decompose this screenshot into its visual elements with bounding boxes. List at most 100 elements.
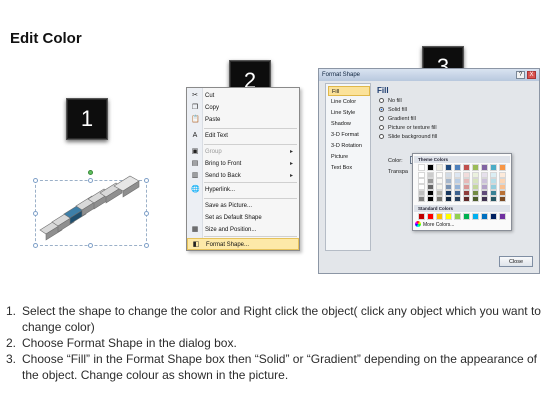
standard-color-swatch[interactable] <box>427 213 434 220</box>
menu-item-label: Send to Back <box>205 173 241 179</box>
nav-item-line-color[interactable]: Line Color <box>328 97 370 107</box>
theme-color-swatch[interactable] <box>472 196 479 202</box>
theme-color-swatch[interactable] <box>436 196 443 202</box>
context-menu: ✂ Cut ❐ Copy 📋 Paste A Edit Text ▣ Group ▸ ▤ Bring t… <box>186 87 300 251</box>
nav-item-shadow[interactable]: Shadow <box>328 119 370 129</box>
menu-item-set-as-default-shape[interactable]: Set as Default Shape <box>187 212 299 224</box>
standard-color-swatch[interactable] <box>472 213 479 220</box>
instruction-step: 1. Select the shape to change the color a… <box>6 303 554 335</box>
menu-item-edit-text[interactable]: A Edit Text <box>187 130 299 142</box>
theme-color-swatch[interactable] <box>454 196 461 202</box>
standard-color-swatch[interactable] <box>499 213 506 220</box>
submenu-arrow-icon: ▸ <box>289 173 293 179</box>
menu-item-label: Bring to Front <box>205 161 242 167</box>
radio-button[interactable] <box>379 107 384 112</box>
fill-option-label: Gradient fill <box>388 116 416 122</box>
dialog-title: Format Shape <box>319 69 539 81</box>
menu-item-hyperlink[interactable]: 🌐 Hyperlink... <box>187 184 299 196</box>
theme-color-swatch[interactable] <box>499 164 506 171</box>
theme-color-swatch[interactable] <box>454 164 461 171</box>
hyperlink-icon: 🌐 <box>191 186 200 193</box>
theme-colors-heading: Theme Colors <box>414 156 510 163</box>
radio-button[interactable] <box>379 125 384 130</box>
menu-item-bring-to-front[interactable]: ▤ Bring to Front ▸ <box>187 158 299 170</box>
standard-color-swatch[interactable] <box>454 213 461 220</box>
standard-color-swatch[interactable] <box>418 213 425 220</box>
theme-color-swatch[interactable] <box>490 164 497 171</box>
nav-item-text-box[interactable]: Text Box <box>328 163 370 173</box>
menu-item-size-and-position[interactable]: ▦ Size and Position... <box>187 224 299 236</box>
theme-color-swatch[interactable] <box>481 196 488 202</box>
menu-separator <box>204 182 297 183</box>
menu-item-label: Cut <box>205 93 215 99</box>
radio-button[interactable] <box>379 116 384 121</box>
submenu-arrow-icon: ▸ <box>289 161 293 167</box>
theme-color-swatch[interactable] <box>418 164 425 171</box>
fill-option-label: Slide background fill <box>388 134 438 140</box>
fill-option-solid-fill[interactable]: Solid fill <box>379 106 407 115</box>
size-position-icon: ▦ <box>191 226 199 233</box>
page-title: Edit Color <box>10 30 82 47</box>
menu-item-copy[interactable]: ❐ Copy <box>187 102 299 114</box>
theme-color-swatch[interactable] <box>481 164 488 171</box>
step-text: Choose “Fill” in the Format Shape box th… <box>22 352 537 382</box>
scissors-icon: ✂ <box>192 92 198 99</box>
standard-color-swatch[interactable] <box>463 213 470 220</box>
theme-color-swatch[interactable] <box>490 196 497 202</box>
standard-color-swatch[interactable] <box>481 213 488 220</box>
dialog-nav: Fill Line Color Line Style Shadow 3-D Format… <box>325 83 371 251</box>
send-to-back-icon: ▥ <box>191 172 199 179</box>
menu-item-label: Group <box>205 149 222 155</box>
color-palette-dropdown: Theme Colors Standard Colors More Colors… <box>412 153 512 231</box>
menu-item-format-shape[interactable]: ◧ Format Shape... <box>187 238 299 250</box>
instruction-step: 3. Choose “Fill” in the Format Shape box … <box>6 351 554 383</box>
menu-separator <box>204 128 297 129</box>
theme-color-swatch[interactable] <box>499 196 506 202</box>
menu-item-label: Copy <box>205 105 220 111</box>
theme-color-swatch[interactable] <box>463 164 470 171</box>
theme-color-swatch[interactable] <box>445 164 452 171</box>
nav-item-3-d-rotation[interactable]: 3-D Rotation <box>328 141 370 151</box>
radio-button[interactable] <box>379 134 384 139</box>
theme-color-swatch[interactable] <box>472 164 479 171</box>
close-button[interactable]: Close <box>499 256 533 267</box>
theme-color-swatch[interactable] <box>418 196 425 202</box>
fill-option-picture-or-texture-fill[interactable]: Picture or texture fill <box>379 124 437 133</box>
paste-icon: 📋 <box>191 116 200 123</box>
radio-button[interactable] <box>379 98 384 103</box>
fill-option-slide-background-fill[interactable]: Slide background fill <box>379 133 437 142</box>
theme-color-swatch[interactable] <box>427 164 434 171</box>
menu-item-paste[interactable]: 📋 Paste <box>187 114 299 126</box>
step-number: 1. <box>6 304 17 318</box>
nav-item-fill[interactable]: Fill <box>328 86 370 96</box>
standard-color-swatch[interactable] <box>436 213 443 220</box>
fill-option-label: Picture or texture fill <box>388 125 437 131</box>
theme-color-swatch[interactable] <box>427 196 434 202</box>
menu-item-send-to-back[interactable]: ▥ Send to Back ▸ <box>187 170 299 182</box>
close-icon[interactable]: X <box>527 71 536 79</box>
standard-color-swatch[interactable] <box>490 213 497 220</box>
fill-option-label: No fill <box>388 98 402 104</box>
fill-section-title: Fill <box>377 86 389 95</box>
fill-option-gradient-fill[interactable]: Gradient fill <box>379 115 416 124</box>
menu-item-cut[interactable]: ✂ Cut <box>187 90 299 102</box>
help-button[interactable]: ? <box>516 71 525 79</box>
nav-item-3-d-format[interactable]: 3-D Format <box>328 130 370 140</box>
edit-text-icon: A <box>192 132 198 139</box>
menu-item-save-as-picture[interactable]: Save as Picture... <box>187 200 299 212</box>
menu-item-label: Paste <box>205 117 221 123</box>
theme-color-swatch[interactable] <box>463 196 470 202</box>
theme-color-swatch[interactable] <box>436 164 443 171</box>
theme-color-swatch[interactable] <box>445 196 452 202</box>
menu-item-label: Save as Picture... <box>205 203 253 209</box>
menu-separator <box>204 236 297 237</box>
step-text: Choose Format Shape in the dialog box. <box>22 336 237 350</box>
nav-item-picture[interactable]: Picture <box>328 152 370 162</box>
fill-option-no-fill[interactable]: No fill <box>379 97 402 106</box>
more-colors-link[interactable]: More Colors... <box>415 221 454 228</box>
nav-item-line-style[interactable]: Line Style <box>328 108 370 118</box>
standard-color-swatch[interactable] <box>445 213 452 220</box>
staircase-shape-selection[interactable] <box>26 170 150 248</box>
step-text: Select the shape to change the color and… <box>22 304 541 334</box>
save-picture-icon <box>191 202 199 210</box>
